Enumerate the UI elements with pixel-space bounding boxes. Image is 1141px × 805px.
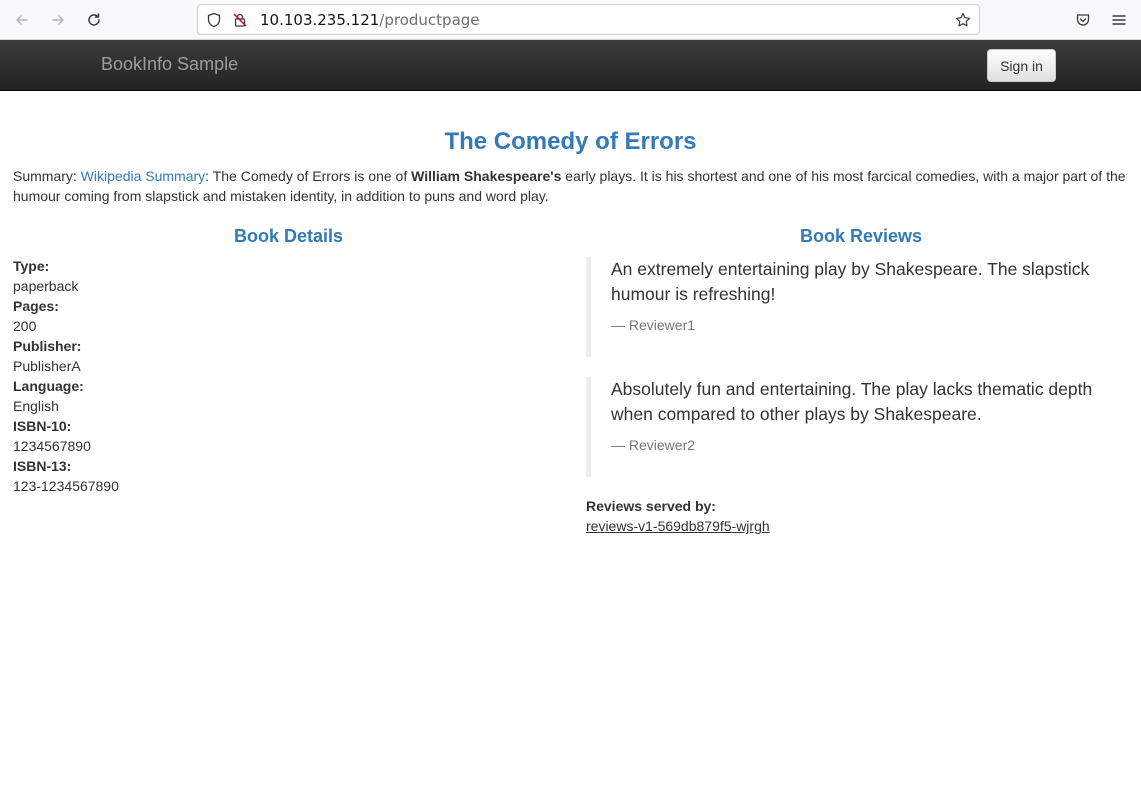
- summary-text-1: : The Comedy of Errors is one of: [205, 168, 412, 184]
- detail-label-isbn13: ISBN-13:: [13, 458, 72, 474]
- detail-label-type: Type:: [13, 258, 50, 274]
- forward-icon[interactable]: [46, 8, 70, 32]
- summary-prefix: Summary:: [13, 168, 81, 184]
- review-text: An extremely entertaining play by Shakes…: [611, 259, 1090, 304]
- url-bar[interactable]: 10.103.235.121/productpage: [197, 4, 980, 35]
- site-navbar: BookInfo Sample Sign in: [0, 40, 1141, 91]
- url-text[interactable]: 10.103.235.121/productpage: [260, 11, 480, 29]
- summary-author: William Shakespeare's: [411, 168, 562, 184]
- served-by-label: Reviews served by:: [586, 498, 716, 514]
- reviewer-name: — Reviewer2: [611, 437, 696, 453]
- book-details-heading: Book Details: [234, 226, 344, 246]
- reload-icon[interactable]: [82, 8, 106, 32]
- detail-label-language: Language:: [13, 378, 84, 394]
- detail-value-isbn10: 1234567890: [13, 438, 91, 454]
- book-reviews-heading: Book Reviews: [800, 226, 923, 246]
- reviews-served-by: Reviews served by: reviews-v1-569db879f5…: [586, 496, 770, 536]
- sign-in-button[interactable]: Sign in: [987, 49, 1056, 82]
- served-by-pod-link[interactable]: reviews-v1-569db879f5-wjrgh: [586, 518, 770, 534]
- page-title: The Comedy of Errors: [444, 128, 697, 155]
- detail-value-type: paperback: [13, 278, 79, 294]
- menu-icon[interactable]: [1107, 8, 1131, 32]
- reviewer-name: — Reviewer1: [611, 317, 696, 333]
- detail-value-publisher: PublisherA: [13, 358, 81, 374]
- detail-label-isbn10: ISBN-10:: [13, 418, 72, 434]
- detail-label-publisher: Publisher:: [13, 338, 82, 354]
- book-details-list: Type: paperback Pages: 200 Publisher: Pu…: [13, 256, 313, 496]
- shield-icon[interactable]: [206, 12, 222, 28]
- review-item: An extremely entertaining play by Shakes…: [586, 257, 1131, 357]
- detail-value-pages: 200: [13, 318, 37, 334]
- insecure-lock-icon[interactable]: [232, 12, 248, 28]
- url-path: /productpage: [379, 11, 480, 29]
- bookmark-star-icon[interactable]: [955, 12, 971, 28]
- browser-toolbar: 10.103.235.121/productpage: [0, 0, 1141, 40]
- wikipedia-summary-link[interactable]: Wikipedia Summary: [81, 168, 205, 184]
- review-text: Absolutely fun and entertaining. The pla…: [611, 379, 1093, 424]
- detail-value-language: English: [13, 398, 59, 414]
- brand-link[interactable]: BookInfo Sample: [101, 54, 238, 74]
- pocket-icon[interactable]: [1071, 8, 1095, 32]
- review-item: Absolutely fun and entertaining. The pla…: [586, 377, 1131, 477]
- product-summary: Summary: Wikipedia Summary: The Comedy o…: [13, 166, 1133, 206]
- detail-label-pages: Pages:: [13, 298, 59, 314]
- detail-value-isbn13: 123-1234567890: [13, 478, 119, 494]
- url-host: 10.103.235.121: [260, 11, 380, 29]
- back-icon[interactable]: [10, 8, 34, 32]
